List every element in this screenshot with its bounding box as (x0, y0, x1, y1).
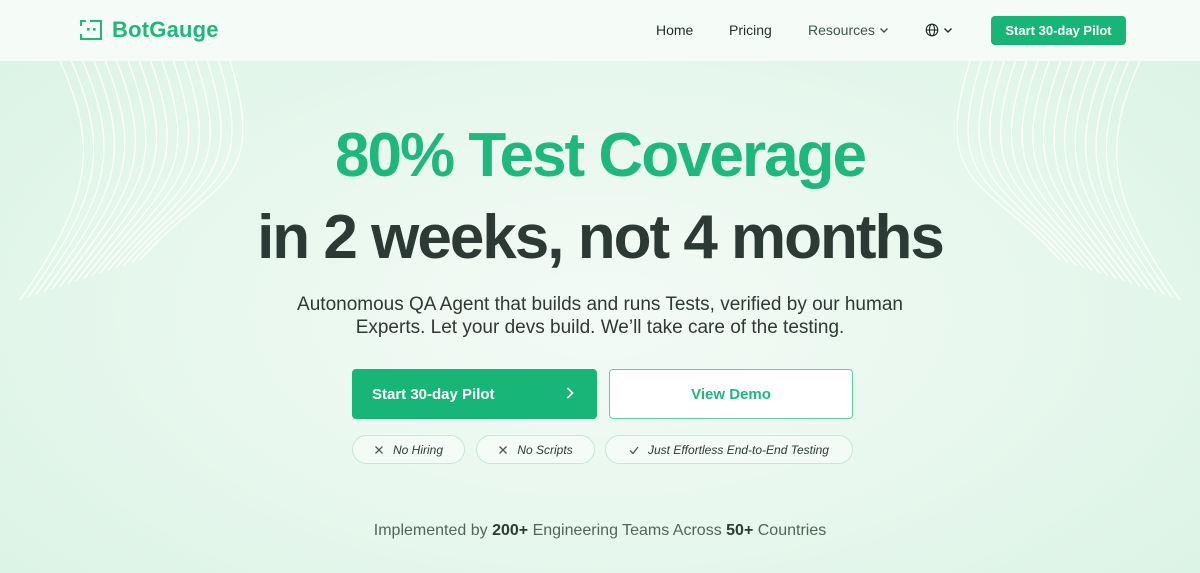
pill-label: No Scripts (517, 442, 573, 457)
social-proof-text: Implemented by 200+ Engineering Teams Ac… (0, 522, 1200, 540)
start-pilot-label: Start 30-day Pilot (372, 385, 495, 403)
pill-label: No Hiring (392, 442, 443, 457)
nav-resources-dropdown[interactable]: Resources (808, 22, 889, 38)
chevron-down-icon (879, 28, 888, 33)
social-proof-suffix: Countries (757, 522, 827, 539)
hero-subtitle-line-2: Experts. Let your devs build. We’ll take… (355, 317, 845, 338)
hero-headline-primary: 80% Test Coverage (335, 121, 867, 190)
bot-face-icon (80, 20, 102, 40)
top-navbar: BotGauge Home Pricing Resources Start 30… (0, 0, 1200, 61)
brand-name: BotGauge (112, 17, 219, 42)
chevron-down-icon (944, 28, 952, 33)
decorative-lines (19, 60, 1181, 301)
countries-count: 50+ (726, 522, 754, 539)
pill-label: Just Effortless End-to-End Testing (648, 442, 829, 457)
brand-logo[interactable]: BotGauge (79, 17, 219, 43)
hero-subtitle-line-1: Autonomous QA Agent that builds and runs… (297, 294, 903, 315)
pill-no-hiring: No Hiring (352, 435, 465, 464)
chevron-right-icon (566, 387, 574, 399)
social-proof-middle: Engineering Teams Across (532, 522, 722, 539)
view-demo-button[interactable]: View Demo (609, 369, 853, 419)
hero-subtitle: Autonomous QA Agent that builds and runs… (0, 293, 1200, 339)
hero-headline-secondary: in 2 weeks, not 4 months (257, 203, 945, 272)
check-icon (629, 446, 639, 454)
social-proof-prefix: Implemented by (373, 522, 488, 539)
teams-count: 200+ (492, 522, 529, 539)
x-icon (499, 445, 508, 454)
nav-home-link[interactable]: Home (656, 22, 693, 38)
nav-pricing-link[interactable]: Pricing (729, 22, 772, 38)
nav-start-pilot-button[interactable]: Start 30-day Pilot (991, 16, 1126, 45)
pill-no-scripts: No Scripts (476, 435, 595, 464)
language-selector[interactable] (925, 23, 953, 37)
start-pilot-button[interactable]: Start 30-day Pilot (352, 369, 597, 419)
pill-effortless-testing: Just Effortless End-to-End Testing (605, 435, 853, 464)
globe-icon (925, 23, 939, 37)
nav-resources-label: Resources (808, 22, 875, 38)
page: BotGauge Home Pricing Resources Start 30… (0, 0, 1200, 573)
x-icon (375, 445, 383, 454)
